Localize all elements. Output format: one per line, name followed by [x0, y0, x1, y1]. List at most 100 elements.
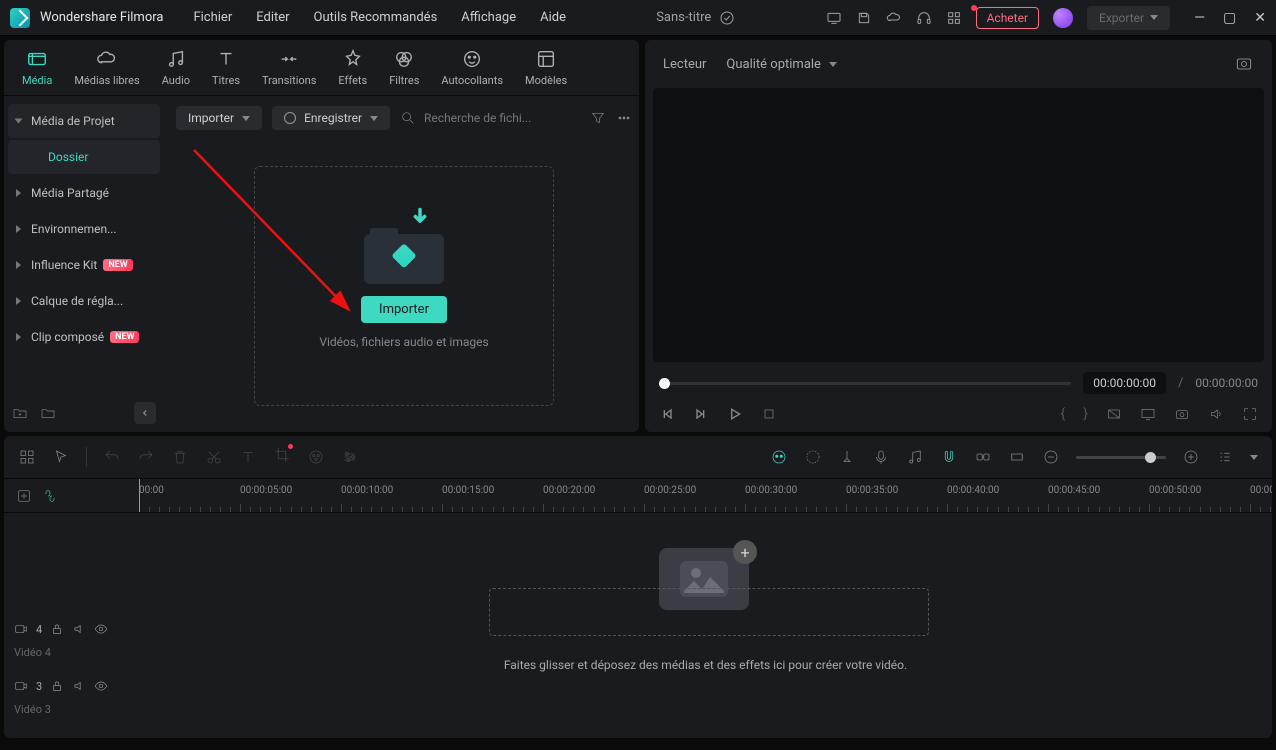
- record-dropdown[interactable]: Enregistrer: [272, 106, 390, 130]
- mute-icon[interactable]: [72, 622, 86, 636]
- tab-templates[interactable]: Modèles: [521, 46, 571, 89]
- cut-icon[interactable]: [205, 448, 223, 466]
- range-icon[interactable]: [1008, 448, 1026, 466]
- sidebar-item-project-media[interactable]: Média de Projet: [8, 104, 160, 138]
- mark-out-icon[interactable]: }: [1083, 406, 1088, 422]
- track-link-icon[interactable]: [42, 488, 58, 504]
- sidebar-item-adjustment[interactable]: Calque de régla...: [8, 284, 160, 318]
- marker-icon[interactable]: [838, 448, 856, 466]
- play-icon[interactable]: [727, 406, 743, 422]
- color-icon[interactable]: [307, 448, 325, 466]
- stop-icon[interactable]: [761, 406, 777, 422]
- adjust-icon[interactable]: [341, 448, 359, 466]
- timeline-panel: 00:0000:00:05:0000:00:10:0000:00:15:0000…: [4, 436, 1272, 738]
- search-icon: [400, 110, 416, 126]
- menu-tools[interactable]: Outils Recommandés: [314, 10, 438, 25]
- display-icon[interactable]: [1140, 406, 1156, 422]
- sidebar-item-environment[interactable]: Environnemen...: [8, 212, 160, 246]
- folder-icon[interactable]: [40, 405, 56, 421]
- undo-icon[interactable]: [103, 448, 121, 466]
- next-frame-icon[interactable]: [693, 406, 709, 422]
- ratio-icon[interactable]: [1106, 406, 1122, 422]
- tab-stock[interactable]: Médias libres: [70, 46, 143, 89]
- layout-icon[interactable]: [18, 448, 36, 466]
- sidebar-item-influence[interactable]: Influence KitNEW: [8, 248, 160, 282]
- more-icon[interactable]: [616, 110, 632, 126]
- screen-icon[interactable]: [826, 10, 842, 26]
- zoom-slider[interactable]: [1076, 456, 1166, 459]
- link-icon[interactable]: [974, 448, 992, 466]
- magnet-icon[interactable]: [940, 448, 958, 466]
- playhead[interactable]: [139, 479, 140, 512]
- track-head-4[interactable]: 4: [4, 614, 139, 644]
- tab-audio[interactable]: Audio: [158, 46, 194, 89]
- snapshot-icon[interactable]: [1234, 54, 1254, 74]
- prev-frame-icon[interactable]: [659, 406, 675, 422]
- lock-icon[interactable]: [50, 622, 64, 636]
- track-add-icon[interactable]: [16, 488, 32, 504]
- close-button[interactable]: ✕: [1254, 10, 1266, 26]
- music-icon[interactable]: [906, 448, 924, 466]
- import-drop-zone[interactable]: Importer Vidéos, fichiers audio et image…: [164, 140, 644, 432]
- tab-filters[interactable]: Filtres: [385, 46, 423, 89]
- volume-icon[interactable]: [1208, 406, 1224, 422]
- tab-media[interactable]: Média: [18, 46, 56, 89]
- maximize-button[interactable]: ▢: [1223, 10, 1236, 26]
- lock-icon[interactable]: [50, 679, 64, 693]
- ai-icon[interactable]: [770, 448, 788, 466]
- redo-icon[interactable]: [137, 448, 155, 466]
- window-controls: — ▢ ✕: [1194, 10, 1266, 26]
- new-folder-icon[interactable]: [12, 405, 28, 421]
- timeline-tracks-body[interactable]: + Faites glisser et déposez des médias e…: [139, 513, 1272, 738]
- sidebar-item-folder[interactable]: Dossier: [8, 140, 160, 174]
- text-icon[interactable]: [239, 448, 257, 466]
- timeline-ruler[interactable]: 00:0000:00:05:0000:00:10:0000:00:15:0000…: [139, 479, 1272, 512]
- search-input[interactable]: [424, 111, 580, 125]
- minimize-button[interactable]: —: [1194, 10, 1205, 26]
- delete-icon[interactable]: [171, 448, 189, 466]
- mark-in-icon[interactable]: {: [1061, 406, 1066, 422]
- progress-slider[interactable]: [659, 382, 1071, 385]
- ruler-tick: 00:00:55:0: [1250, 485, 1272, 496]
- player-viewport[interactable]: [653, 88, 1264, 362]
- save-icon[interactable]: [856, 10, 872, 26]
- project-name: Sans-titre: [656, 10, 711, 25]
- tab-stickers[interactable]: Autocollants: [437, 46, 507, 89]
- eye-icon[interactable]: [94, 679, 108, 693]
- collapse-sidebar-button[interactable]: [134, 402, 156, 424]
- quality-dropdown[interactable]: Qualité optimale: [726, 57, 837, 72]
- fullscreen-icon[interactable]: [1242, 406, 1258, 422]
- tab-transitions[interactable]: Transitions: [258, 46, 320, 89]
- eye-icon[interactable]: [94, 622, 108, 636]
- enhance-icon[interactable]: [804, 448, 822, 466]
- sidebar-item-shared[interactable]: Média Partagé: [8, 176, 160, 210]
- menu-help[interactable]: Aide: [540, 10, 566, 25]
- cloud-icon[interactable]: [886, 10, 902, 26]
- mute-icon[interactable]: [72, 679, 86, 693]
- user-avatar[interactable]: [1053, 8, 1073, 28]
- export-button[interactable]: Exporter: [1087, 6, 1170, 30]
- mic-icon[interactable]: [872, 448, 890, 466]
- zoom-in-icon[interactable]: [1182, 448, 1200, 466]
- zoom-out-icon[interactable]: [1042, 448, 1060, 466]
- menu-edit[interactable]: Editer: [256, 10, 289, 25]
- buy-button[interactable]: Acheter: [976, 7, 1039, 29]
- add-media-plus[interactable]: +: [733, 540, 757, 564]
- list-icon[interactable]: [1216, 448, 1234, 466]
- menu-file[interactable]: Fichier: [193, 10, 232, 25]
- headphones-icon[interactable]: [916, 10, 932, 26]
- menu-view[interactable]: Affichage: [461, 10, 516, 25]
- sidebar-item-compound[interactable]: Clip composéNEW: [8, 320, 160, 354]
- import-button[interactable]: Importer: [361, 296, 447, 323]
- grid-icon[interactable]: [946, 10, 962, 26]
- tab-effects[interactable]: Effets: [334, 46, 371, 89]
- track-head-3[interactable]: 3: [4, 671, 139, 701]
- options-caret[interactable]: [1250, 455, 1258, 460]
- project-title: Sans-titre: [566, 10, 826, 26]
- tab-titles[interactable]: Titres: [208, 46, 244, 89]
- pointer-icon[interactable]: [52, 448, 70, 466]
- camera-icon[interactable]: [1174, 406, 1190, 422]
- import-dropdown[interactable]: Importer: [176, 106, 262, 130]
- crop-icon-wrap[interactable]: [273, 446, 291, 468]
- filter-icon[interactable]: [590, 110, 606, 126]
